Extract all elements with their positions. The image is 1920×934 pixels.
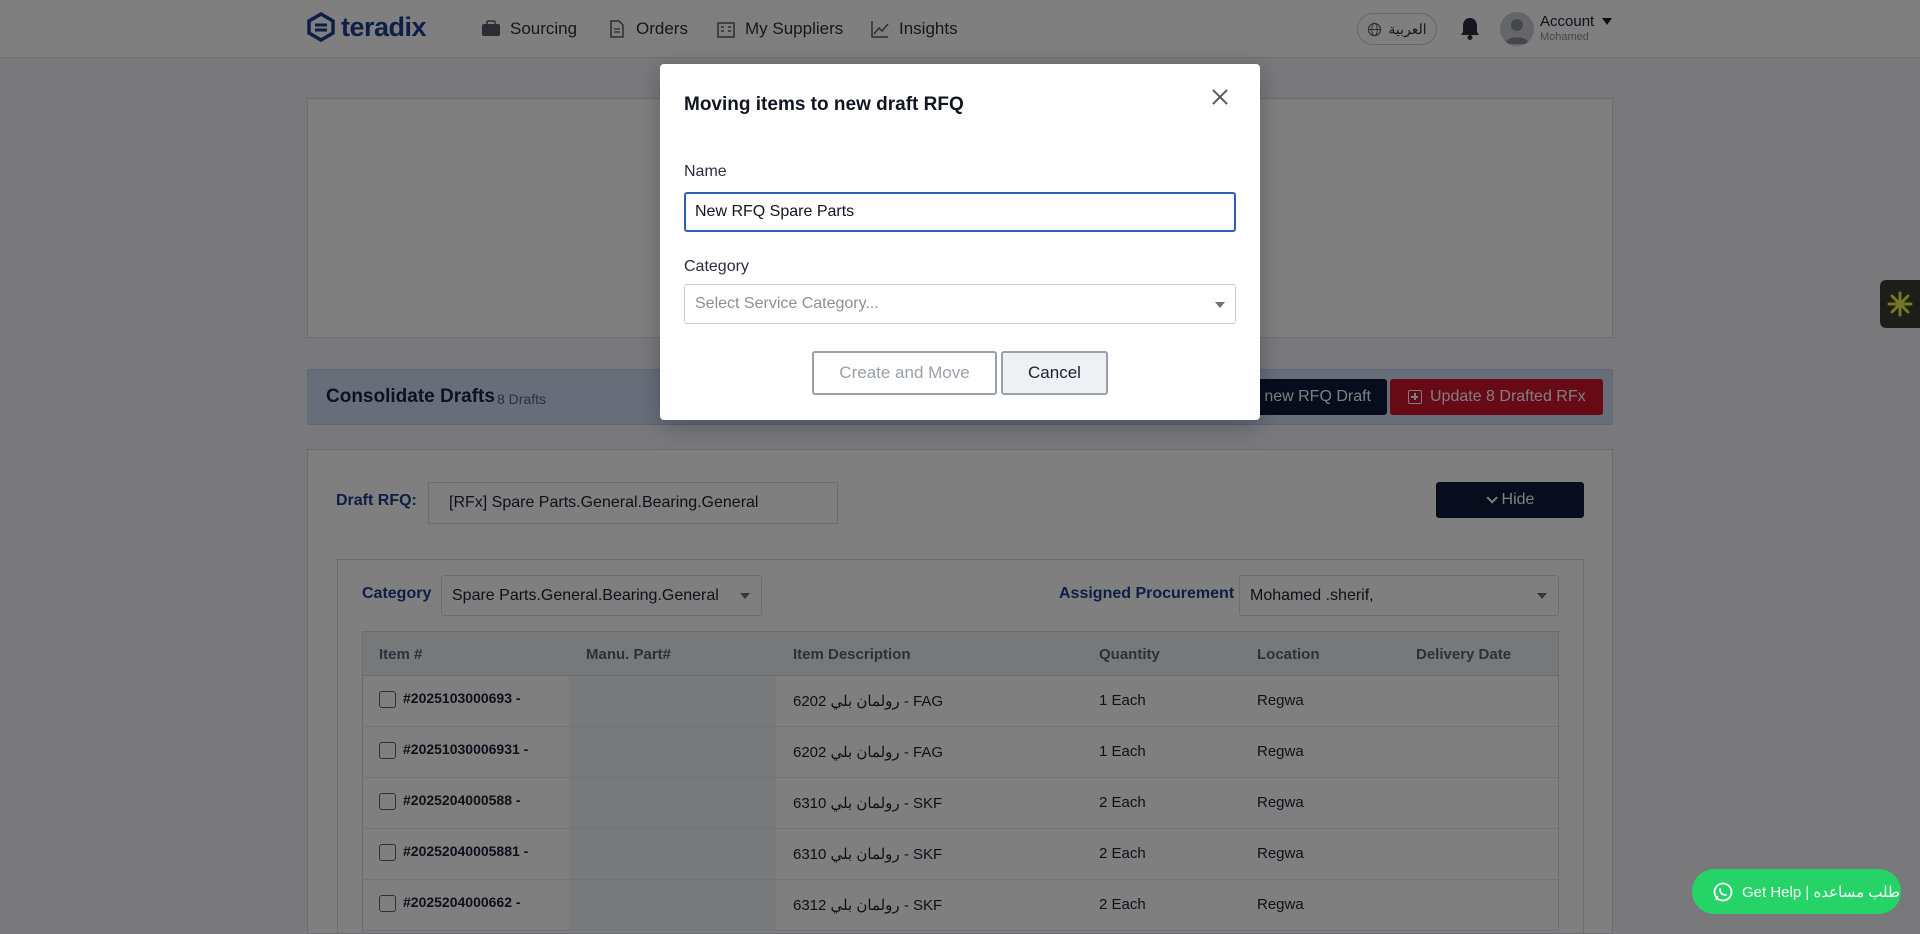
cancel-label: Cancel	[1028, 363, 1081, 382]
create-and-move-button[interactable]: Create and Move	[812, 351, 997, 395]
name-label: Name	[684, 163, 727, 180]
close-icon[interactable]	[1207, 84, 1233, 110]
service-category-placeholder: Select Service Category...	[695, 295, 879, 312]
get-help-button[interactable]: Get Help | طلب مساعده	[1692, 869, 1901, 914]
modal-title: Moving items to new draft RFQ	[684, 94, 964, 115]
modal-category-label: Category	[684, 258, 749, 275]
create-and-move-label: Create and Move	[839, 363, 970, 382]
service-category-select[interactable]: Select Service Category...	[684, 284, 1236, 324]
whatsapp-icon	[1713, 882, 1733, 901]
rfq-name-input[interactable]	[684, 192, 1236, 232]
dropdown-arrow-icon	[1215, 302, 1225, 308]
move-items-modal: Moving items to new draft RFQ Name Categ…	[660, 64, 1260, 420]
cancel-button[interactable]: Cancel	[1001, 351, 1108, 395]
get-help-label: Get Help | طلب مساعده	[1742, 883, 1900, 901]
